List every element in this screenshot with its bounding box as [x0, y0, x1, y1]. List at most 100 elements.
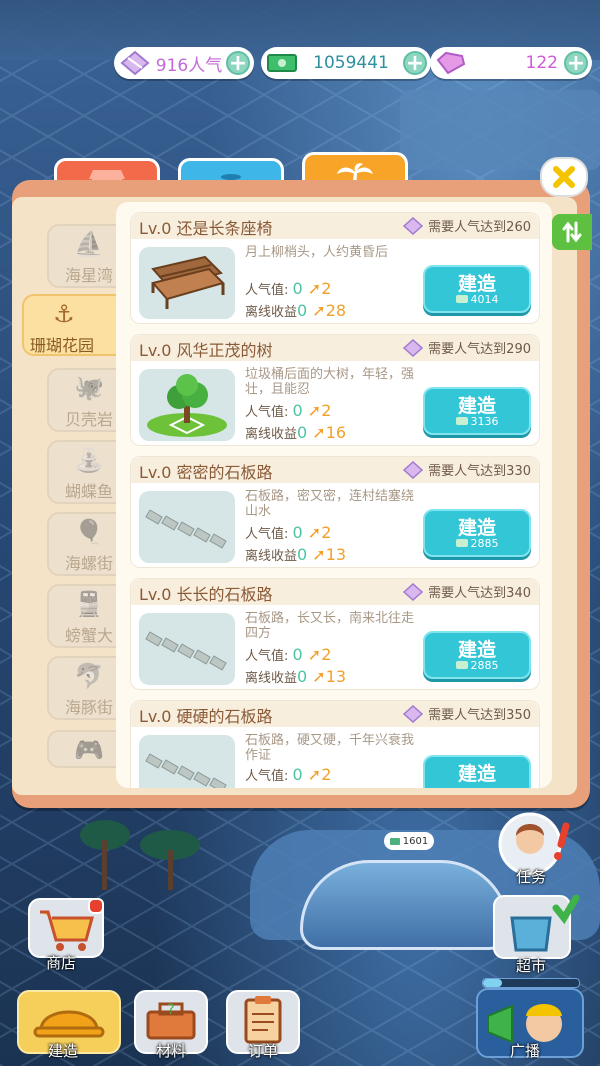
requirement-text: 需要人气达到350 [428, 708, 531, 723]
stone-path-icon [145, 509, 227, 549]
category-label: 贝壳岩 [65, 410, 114, 429]
build-item-card: Lv.0 硬硬的石板路 需要人气达到350 石板路，硬又硬，千年兴衰我作证 人气值: … [130, 700, 540, 788]
add-money-button[interactable]: + [403, 51, 427, 75]
category-item[interactable]: 🐙 贝壳岩 [47, 368, 127, 432]
popularity-gain: 2 [321, 523, 332, 542]
build-label: 建造 [457, 763, 496, 785]
shop-label: 商店 [46, 954, 77, 972]
build-item-card: Lv.0 长长的石板路 需要人气达到340 石板路，长又长，南来北往走四方 人气值: … [130, 578, 540, 690]
popularity-requirement: 需要人气达到290 [402, 338, 531, 357]
income-gain: 16 [325, 423, 347, 442]
category-label: 珊瑚花园 [30, 336, 95, 355]
popularity-requirement: 需要人气达到340 [402, 582, 531, 601]
popularity-current: 0 [292, 645, 303, 664]
upgrade-arrow-icon: ➚ [302, 765, 322, 784]
build-label: 建造 [457, 639, 496, 661]
category-item[interactable]: ⛵ 海星湾 [47, 224, 127, 288]
category-item[interactable]: 🚆 螃蟹大 [47, 584, 127, 648]
build-cost-value: 3136 [470, 415, 499, 428]
build-label: 建造 [457, 395, 496, 417]
add-popularity-button[interactable]: + [226, 51, 250, 75]
diamond-icon [436, 51, 466, 75]
upgrade-arrow-icon: ➚ [302, 523, 322, 542]
popularity-current: 0 [292, 401, 303, 420]
popularity-current: 0 [292, 523, 303, 542]
category-item[interactable]: 🐬 海豚街 [47, 656, 127, 720]
build-tab-label: 建造 [48, 1042, 79, 1060]
popularity-current: 0 [292, 765, 303, 784]
stone-path-icon [145, 753, 227, 788]
swap-button[interactable] [552, 214, 592, 250]
cash-icon [455, 417, 468, 425]
popularity-stat-label: 人气值: [245, 769, 289, 784]
order-label: 订单 [248, 1042, 279, 1060]
shop-button[interactable] [28, 898, 104, 958]
popularity-stat-label: 人气值: [245, 527, 289, 542]
popularity-stat: 人气值: 0 ➚2 [245, 765, 331, 784]
build-button[interactable]: 建造 4014 [423, 265, 531, 313]
close-button[interactable] [540, 157, 588, 197]
build-cost: 4014 [425, 293, 529, 306]
income-stat-label: 离线收益 [245, 305, 298, 320]
upgrade-arrow-icon: ➚ [307, 301, 326, 320]
item-description: 石板路，硬又硬，千年兴衰我作证 [245, 733, 415, 763]
item-description: 垃圾桶后面的大树，年轻，强壮，且能忍 [245, 367, 415, 397]
category-item[interactable]: 🎈 海螺街 [47, 512, 127, 576]
item-description: 石板路，密又密，连村结塞绕山水 [245, 489, 415, 519]
money-counter: 1059441 + [261, 47, 431, 79]
market-button[interactable] [490, 892, 580, 962]
build-item-card: Lv.0 还是长条座椅 需要人气达到260 月上柳梢头，人约黄昏后 人气值: 0 ➚2… [130, 212, 540, 324]
item-title: Lv.0 还是长条座椅 [139, 219, 273, 238]
popularity-stat: 人气值: 0 ➚2 [245, 401, 331, 420]
map-badge: 1601 [384, 832, 434, 850]
build-item-card: Lv.0 密密的石板路 需要人气达到330 石板路，密又密，连村结塞绕山水 人气值: … [130, 456, 540, 568]
item-thumbnail [139, 613, 235, 685]
build-cost: 2885 [425, 659, 529, 672]
bucket-icon [493, 894, 580, 959]
popularity-current: 0 [292, 279, 303, 298]
income-gain: 13 [325, 667, 347, 686]
svg-text:?: ? [167, 1002, 174, 1018]
popularity-stat-label: 人气值: [245, 649, 289, 664]
stone-path-icon [145, 631, 227, 671]
popularity-counter: 916人气 + [114, 47, 254, 79]
income-stat-label: 离线收益 [245, 427, 298, 442]
build-button[interactable]: 建造 3136 [423, 387, 531, 435]
build-label: 建造 [457, 517, 496, 539]
item-list[interactable]: Lv.0 还是长条座椅 需要人气达到260 月上柳梢头，人约黄昏后 人气值: 0 ➚2… [116, 202, 552, 788]
popularity-requirement: 需要人气达到330 [402, 460, 531, 479]
category-item[interactable]: ⛲ 蝴蝶鱼 [47, 440, 127, 504]
income-stat: 离线收益0 ➚28 [245, 301, 346, 320]
income-current: 0 [297, 545, 308, 564]
build-cost-value: 2885 [470, 537, 499, 550]
popularity-gain: 2 [321, 765, 332, 784]
popularity-stat-label: 人气值: [245, 405, 289, 420]
shell-gem-icon [120, 50, 150, 76]
upgrade-arrow-icon: ➚ [302, 279, 322, 298]
category-label: 海螺街 [65, 554, 114, 573]
broadcast-label: 广播 [510, 1042, 541, 1060]
map-palm-trees [60, 810, 230, 890]
build-button[interactable]: 建造 2885 [423, 509, 531, 557]
category-label: 海豚街 [65, 698, 114, 717]
popularity-gain: 2 [321, 401, 332, 420]
income-stat: 离线收益0 ➚13 [245, 545, 346, 564]
category-item[interactable]: 🎮 [47, 730, 127, 768]
build-button[interactable]: 建造 2885 [423, 631, 531, 679]
popularity-stat-label: 人气值: [245, 283, 289, 298]
income-stat-label: 离线收益 [245, 549, 298, 564]
category-item[interactable]: ⚓ 珊瑚花园 [22, 294, 126, 356]
popularity-stat: 人气值: 0 ➚2 [245, 523, 331, 542]
close-icon [553, 166, 575, 188]
category-label: 螃蟹大 [65, 626, 114, 645]
income-stat-label: 离线收益 [245, 671, 298, 686]
build-button[interactable]: 建造 [423, 755, 531, 788]
cash-icon [455, 295, 468, 303]
income-current: 0 [297, 667, 308, 686]
requirement-text: 需要人气达到290 [428, 342, 531, 357]
cash-icon [267, 54, 297, 72]
cash-icon [455, 661, 468, 669]
add-gems-button[interactable]: + [564, 51, 588, 75]
upgrade-arrow-icon: ➚ [302, 401, 322, 420]
popularity-stat: 人气值: 0 ➚2 [245, 279, 331, 298]
